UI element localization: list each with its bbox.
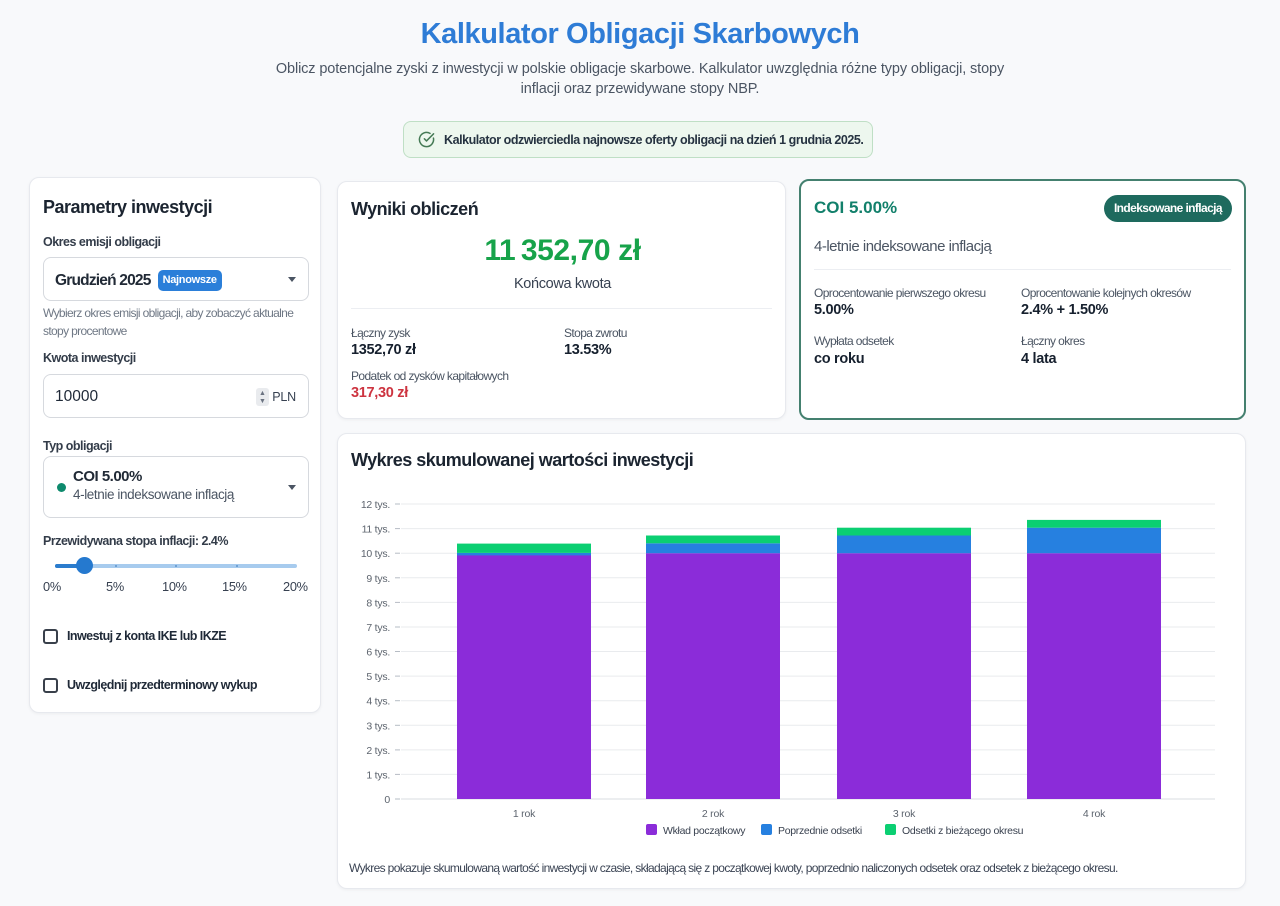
svg-text:7 tys.: 7 tys. (366, 622, 390, 634)
svg-text:12 tys.: 12 tys. (361, 499, 390, 511)
svg-text:9 tys.: 9 tys. (366, 573, 390, 585)
svg-text:2 tys.: 2 tys. (366, 745, 390, 757)
svg-text:1 rok: 1 rok (513, 808, 536, 820)
svg-text:4 tys.: 4 tys. (366, 696, 390, 708)
svg-text:1 tys.: 1 tys. (366, 769, 390, 781)
svg-text:2 rok: 2 rok (702, 808, 725, 820)
svg-text:5 tys.: 5 tys. (366, 671, 390, 683)
svg-text:3 tys.: 3 tys. (366, 720, 390, 732)
svg-text:4 rok: 4 rok (1083, 808, 1106, 820)
svg-text:Poprzednie odsetki: Poprzednie odsetki (778, 825, 862, 837)
svg-text:8 tys.: 8 tys. (366, 597, 390, 609)
svg-text:6 tys.: 6 tys. (366, 647, 390, 659)
svg-text:0: 0 (384, 794, 390, 806)
svg-text:3 rok: 3 rok (893, 808, 916, 820)
svg-text:11 tys.: 11 tys. (362, 524, 390, 536)
svg-text:Odsetki z bieżącego okresu: Odsetki z bieżącego okresu (902, 825, 1024, 837)
svg-text:10 tys.: 10 tys. (361, 548, 390, 560)
svg-text:Wkład początkowy: Wkład początkowy (663, 825, 746, 837)
